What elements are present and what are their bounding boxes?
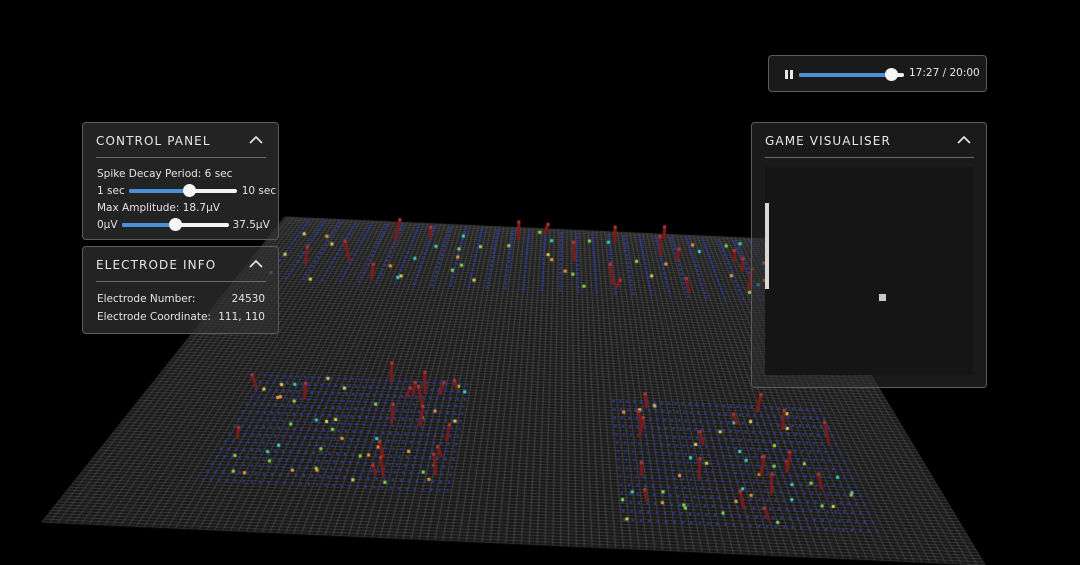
max-amplitude-max-label: 37.5µV bbox=[232, 219, 270, 231]
game-visualiser-title: GAME VISUALISER bbox=[765, 133, 891, 148]
max-amplitude-thumb[interactable] bbox=[168, 218, 182, 231]
game-visualiser-panel: GAME VISUALISER bbox=[751, 122, 987, 388]
electrode-number-label: Electrode Number: bbox=[97, 293, 196, 305]
playback-thumb[interactable] bbox=[884, 68, 898, 81]
chevron-up-icon[interactable] bbox=[954, 132, 974, 148]
max-amplitude-label: Max Amplitude: 18.7µV bbox=[97, 202, 220, 214]
electrode-info-panel: ELECTRODE INFO Electrode Number: 24530 E… bbox=[82, 246, 279, 334]
electrode-number-value: 24530 bbox=[231, 293, 265, 305]
time-display: 17:27 / 20:00 bbox=[909, 67, 980, 79]
chevron-up-icon[interactable] bbox=[246, 132, 266, 148]
spike-decay-thumb[interactable] bbox=[182, 184, 196, 197]
max-amplitude-min-label: 0µV bbox=[97, 219, 118, 231]
electrode-coordinate-value: 111, 110 bbox=[218, 311, 265, 323]
spike-decay-min-label: 1 sec bbox=[97, 185, 125, 197]
spike-decay-slider[interactable] bbox=[128, 184, 237, 197]
electrode-coordinate-row: Electrode Coordinate: 111, 110 bbox=[97, 311, 265, 323]
spike-decay-max-label: 10 sec bbox=[241, 185, 277, 197]
pong-ball bbox=[879, 294, 886, 301]
electrode-array-viewer: 17:27 / 20:00 CONTROL PANEL Spike Decay … bbox=[0, 0, 1080, 565]
electrode-info-title: ELECTRODE INFO bbox=[96, 257, 217, 272]
control-panel-title: CONTROL PANEL bbox=[96, 133, 211, 148]
max-amplitude-fill bbox=[121, 223, 175, 227]
max-amplitude-slider[interactable] bbox=[121, 218, 229, 231]
electrode-info-header[interactable]: ELECTRODE INFO bbox=[96, 247, 266, 282]
pause-icon[interactable] bbox=[785, 70, 794, 79]
control-panel-header[interactable]: CONTROL PANEL bbox=[96, 123, 266, 158]
pong-game-screen bbox=[765, 167, 973, 375]
spike-decay-fill bbox=[128, 189, 189, 193]
max-amplitude-slider-row: 0µV 37.5µV bbox=[97, 218, 270, 231]
spike-decay-label: Spike Decay Period: 6 sec bbox=[97, 168, 233, 180]
playback-bar: 17:27 / 20:00 bbox=[768, 55, 987, 92]
electrode-number-row: Electrode Number: 24530 bbox=[97, 293, 265, 305]
game-visualiser-header[interactable]: GAME VISUALISER bbox=[765, 123, 974, 158]
control-panel: CONTROL PANEL Spike Decay Period: 6 sec … bbox=[82, 122, 279, 240]
pong-paddle bbox=[765, 203, 769, 289]
electrode-coordinate-label: Electrode Coordinate: bbox=[97, 311, 211, 323]
spike-decay-slider-row: 1 sec 10 sec bbox=[97, 184, 277, 197]
playback-slider[interactable] bbox=[799, 68, 904, 81]
chevron-up-icon[interactable] bbox=[246, 256, 266, 272]
playback-progress bbox=[799, 73, 891, 77]
